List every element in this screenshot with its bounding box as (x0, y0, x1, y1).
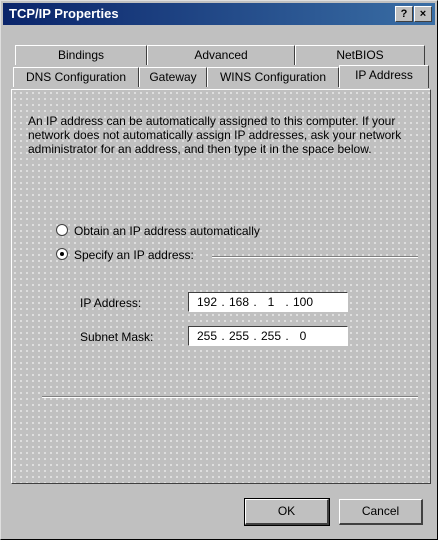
ip-octet-4: 100 (292, 295, 314, 309)
ip-octet-1: 192 (196, 295, 218, 309)
cancel-button[interactable]: Cancel (339, 499, 423, 525)
tab-netbios[interactable]: NetBIOS (295, 45, 425, 65)
group-divider-bottom (42, 396, 418, 398)
obtain-ip-automatically-option[interactable]: Obtain an IP address automatically (56, 224, 260, 238)
mask-octet-4: 0 (299, 329, 307, 343)
tab-dns-configuration[interactable]: DNS Configuration (13, 67, 139, 87)
subnet-mask-label: Subnet Mask: (80, 330, 154, 344)
window-title: TCP/IP Properties (9, 6, 119, 21)
group-divider-top (212, 256, 418, 258)
specify-label: Specify an IP address: (74, 248, 194, 262)
tab-advanced[interactable]: Advanced (147, 45, 295, 65)
tab-gateway[interactable]: Gateway (139, 67, 207, 87)
ip-octet-2: 168 (228, 295, 250, 309)
obtain-auto-radio[interactable] (56, 224, 68, 236)
subnet-mask-input[interactable]: 255 . 255 . 255 . 0 (188, 326, 348, 346)
octet-separator: . (285, 295, 289, 309)
mask-octet-2: 255 (228, 329, 250, 343)
tab-ip-address[interactable]: IP Address (339, 65, 429, 88)
close-button[interactable]: × (414, 6, 432, 22)
help-button[interactable]: ? (395, 6, 413, 22)
octet-separator: . (253, 295, 257, 309)
octet-separator: . (221, 329, 225, 343)
title-bar[interactable]: TCP/IP Properties ? × (3, 3, 435, 25)
mask-octet-1: 255 (196, 329, 218, 343)
ip-octet-3: 1 (267, 295, 275, 309)
ip-address-panel: An IP address can be automatically assig… (11, 89, 431, 484)
specify-ip-option[interactable]: Specify an IP address: (56, 248, 194, 262)
octet-separator: . (221, 295, 225, 309)
ok-button[interactable]: OK (244, 498, 330, 526)
specify-radio[interactable] (56, 248, 68, 260)
ip-address-label: IP Address: (80, 296, 142, 310)
ip-address-input[interactable]: 192 . 168 . 1 . 100 (188, 292, 348, 312)
description-text: An IP address can be automatically assig… (28, 114, 402, 156)
octet-separator: . (253, 329, 257, 343)
tcpip-properties-dialog: TCP/IP Properties ? × Bindings Advanced … (0, 0, 438, 540)
tab-wins-configuration[interactable]: WINS Configuration (207, 67, 339, 87)
tab-bindings[interactable]: Bindings (15, 45, 147, 65)
octet-separator: . (285, 329, 289, 343)
mask-octet-3: 255 (260, 329, 282, 343)
obtain-auto-label: Obtain an IP address automatically (74, 224, 260, 238)
